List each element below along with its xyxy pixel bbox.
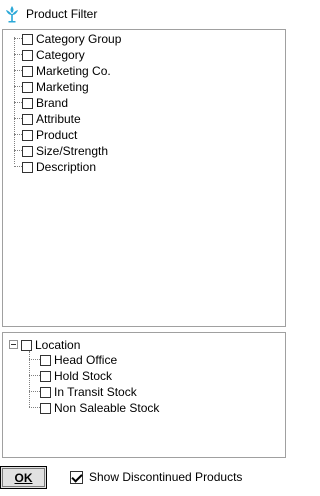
checkbox[interactable]: [22, 113, 33, 125]
tree-node-label: In Transit Stock: [54, 385, 137, 399]
checkbox[interactable]: [22, 129, 33, 141]
tree-node-product-filter[interactable]: Marketing: [22, 79, 89, 95]
tree-node-product-filter[interactable]: Category: [22, 47, 85, 63]
tree-node-product-filter[interactable]: Attribute: [22, 111, 81, 127]
title-bar: Product Filter: [0, 0, 290, 28]
tree-connector-line: [14, 118, 22, 119]
tree-node-product-filter[interactable]: Brand: [22, 95, 68, 111]
tree-node-label: Brand: [36, 96, 69, 110]
product-filter-tree[interactable]: Category Group Category Marketing Co. Marke…: [2, 29, 286, 327]
tree-node-label: Hold Stock: [54, 369, 113, 383]
tree-node-label: Attribute: [36, 112, 81, 126]
tree-connector-line: [14, 134, 22, 135]
tree-connector-line: [14, 102, 22, 103]
tree-connector-line: [14, 166, 22, 167]
checkbox[interactable]: [22, 33, 33, 45]
tree-connector-line: [29, 407, 40, 408]
tree-node-label: Head Office: [54, 353, 118, 367]
tree-node-product-filter[interactable]: Category Group: [22, 31, 121, 47]
tree-node-location-child[interactable]: Non Saleable Stock: [40, 400, 159, 416]
tree-connector-line: [29, 359, 40, 360]
collapse-toggle-icon[interactable]: [9, 340, 18, 349]
checkbox[interactable]: [40, 402, 51, 414]
tree-node-label: Location: [35, 338, 81, 352]
tree-node-label: Marketing Co.: [36, 64, 111, 78]
checkbox[interactable]: [40, 370, 51, 382]
checkbox[interactable]: [40, 386, 51, 398]
tree-node-label: Size/Strength: [36, 144, 109, 158]
tree-node-product-filter[interactable]: Description: [22, 159, 96, 175]
show-discontinued-toggle[interactable]: Show Discontinued Products: [70, 470, 242, 484]
checkbox[interactable]: [22, 65, 33, 77]
tree-node-product-filter[interactable]: Size/Strength: [22, 143, 108, 159]
tree-connector-line: [29, 391, 40, 392]
tree-node-label: Marketing: [36, 80, 89, 94]
tree-connector-line: [14, 54, 22, 55]
checkbox[interactable]: [40, 354, 51, 366]
checkbox[interactable]: [21, 339, 32, 351]
tree-node-location-child[interactable]: Head Office: [40, 352, 117, 368]
show-discontinued-checkbox[interactable]: [70, 470, 83, 484]
tree-node-location-child[interactable]: Hold Stock: [40, 368, 112, 384]
window-title: Product Filter: [26, 7, 98, 21]
tree-connector-line: [14, 86, 22, 87]
tree-node-product-filter[interactable]: Marketing Co.: [22, 63, 111, 79]
location-filter-tree[interactable]: Location Head Office Hold Stock In Transit…: [2, 332, 286, 458]
app-logo-icon: [6, 6, 18, 23]
checkbox[interactable]: [22, 97, 33, 109]
tree-connector-line: [14, 70, 22, 71]
checkbox[interactable]: [22, 81, 33, 93]
tree-node-label: Category Group: [36, 32, 122, 46]
tree-node-product-filter[interactable]: Product: [22, 127, 77, 143]
tree-node-label: Non Saleable Stock: [54, 401, 160, 415]
tree-connector-line: [14, 38, 22, 39]
ok-button[interactable]: OK: [0, 466, 47, 489]
tree-node-label: Description: [36, 160, 97, 174]
tree-connector-line: [14, 150, 22, 151]
tree-connector-line: [14, 37, 15, 164]
tree-node-label: Product: [36, 128, 78, 142]
checkbox[interactable]: [22, 145, 33, 157]
tree-connector-line: [29, 375, 40, 376]
checkbox[interactable]: [22, 161, 33, 173]
tree-node-location-child[interactable]: In Transit Stock: [40, 384, 137, 400]
checkbox[interactable]: [22, 49, 33, 61]
tree-node-label: Category: [36, 48, 85, 62]
show-discontinued-label: Show Discontinued Products: [89, 470, 243, 484]
